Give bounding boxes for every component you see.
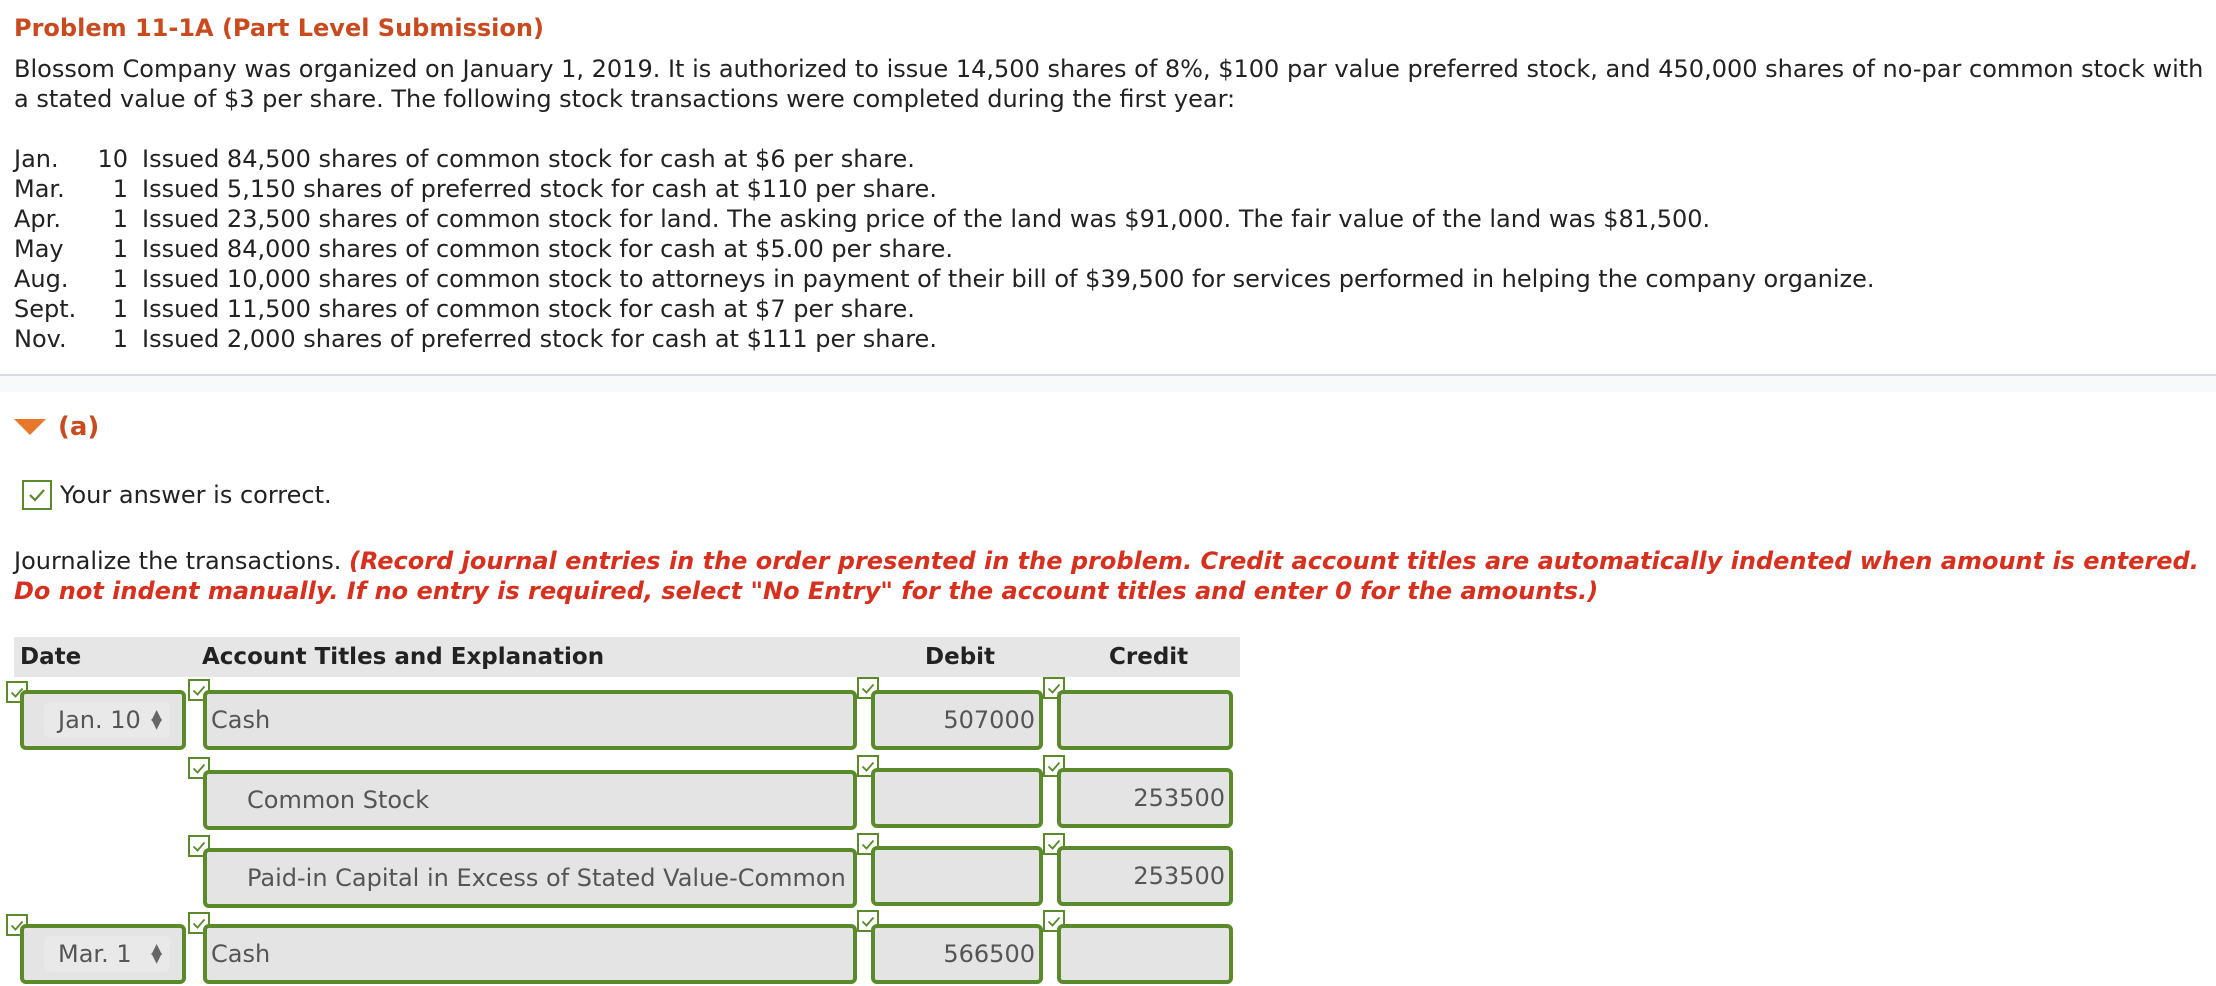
section-toggle-a[interactable]: (a) [14,412,99,442]
select-arrows-icon: ▲ ▼ [151,941,162,966]
transaction-day: 1 [112,175,128,203]
transaction-month: Apr. [14,205,61,233]
transaction-row: Aug. 1 Issued 10,000 shares of common stoc… [14,264,1875,294]
transaction-day: 1 [112,205,128,233]
transaction-day: 1 [112,265,128,293]
instructions-lead: Journalize the transactions. [14,547,350,575]
transaction-text: Issued 84,500 shares of common stock for… [142,145,915,173]
account-title-input[interactable]: Common Stock [203,770,857,830]
transaction-month: Jan. [14,145,59,173]
transaction-month: Mar. [14,175,65,203]
date-value: Mar. 1 [58,940,132,968]
header-credit: Credit [1109,644,1189,670]
collapse-triangle-icon[interactable] [14,419,46,435]
date-value: Jan. 10 [58,706,141,734]
transaction-day: 1 [112,235,128,263]
transaction-row: Sept. 1 Issued 11,500 shares of common sto… [14,294,1875,324]
transaction-text: Issued 5,150 shares of preferred stock f… [142,175,937,203]
answer-feedback: Your answer is correct. [22,480,332,510]
header-date: Date [20,644,82,670]
credit-input[interactable] [1057,690,1233,750]
account-title-input[interactable]: Cash [203,924,857,984]
date-select[interactable]: Jan. 10 ▲ ▼ [20,690,186,750]
transaction-row: Apr. 1 Issued 23,500 shares of common stoc… [14,204,1875,234]
account-title-input[interactable]: Cash [203,690,857,750]
transaction-row: Jan. 10 Issued 84,500 shares of common sto… [14,144,1875,174]
divider-band [0,376,2216,392]
credit-input[interactable]: 253500 [1057,846,1233,906]
transaction-month: May [14,235,64,263]
transaction-month: Nov. [14,325,67,353]
select-arrows-icon: ▲ ▼ [151,707,162,732]
debit-input[interactable] [871,846,1043,906]
instructions: Journalize the transactions. (Record jou… [14,546,2210,606]
transaction-text: Issued 10,000 shares of common stock to … [142,265,1875,293]
transaction-text: Issued 84,000 shares of common stock for… [142,235,954,263]
check-icon [22,480,52,510]
problem-title: Problem 11-1A (Part Level Submission) [14,14,544,42]
account-title-input[interactable]: Paid-in Capital in Excess of Stated Valu… [203,848,857,908]
credit-input[interactable] [1057,924,1233,984]
problem-intro: Blossom Company was organized on January… [14,55,2204,113]
transaction-row: Mar. 1 Issued 5,150 shares of preferred st… [14,174,1875,204]
debit-input[interactable]: 507000 [871,690,1043,750]
header-debit: Debit [925,644,996,670]
transaction-day: 10 [97,145,128,173]
feedback-text: Your answer is correct. [60,481,332,509]
transaction-day: 1 [112,295,128,323]
transaction-text: Issued 2,000 shares of preferred stock f… [142,325,937,353]
transaction-month: Aug. [14,265,69,293]
transaction-list: Jan. 10 Issued 84,500 shares of common sto… [14,144,1875,354]
transaction-row: Nov. 1 Issued 2,000 shares of preferred st… [14,324,1875,354]
transaction-text: Issued 11,500 shares of common stock for… [142,295,915,323]
transaction-text: Issued 23,500 shares of common stock for… [142,205,1711,233]
debit-input[interactable]: 566500 [871,924,1043,984]
transaction-day: 1 [112,325,128,353]
credit-input[interactable]: 253500 [1057,768,1233,828]
header-account: Account Titles and Explanation [202,644,605,670]
transaction-month: Sept. [14,295,77,323]
date-select[interactable]: Mar. 1 ▲ ▼ [20,924,186,984]
debit-input[interactable] [871,768,1043,828]
section-label: (a) [58,412,100,442]
transaction-row: May 1 Issued 84,000 shares of common stock… [14,234,1875,264]
journal-table-header: Date Account Titles and Explanation Debi… [14,637,1240,677]
